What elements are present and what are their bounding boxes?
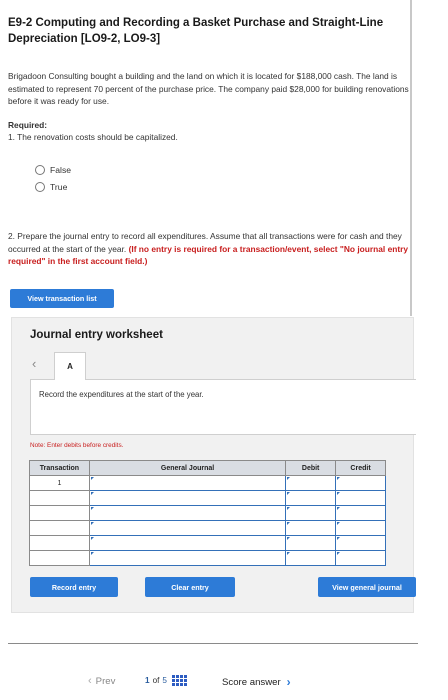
record-entry-button[interactable]: Record entry: [30, 577, 118, 597]
journal-entry-worksheet: Journal entry worksheet ‹ A Record the e…: [11, 317, 416, 613]
grid-icon[interactable]: [171, 675, 187, 686]
table-row: [29, 490, 386, 506]
prev-label: Prev: [95, 675, 116, 687]
general-journal-input[interactable]: [88, 505, 287, 521]
credit-input[interactable]: [335, 550, 386, 566]
bottom-divider: [8, 643, 418, 644]
credit-input[interactable]: [335, 535, 386, 551]
debit-input[interactable]: [285, 505, 337, 521]
tab-a[interactable]: A: [54, 352, 86, 380]
option-false[interactable]: False: [35, 165, 71, 175]
chevron-right-icon: ›: [286, 675, 291, 689]
debits-note: Note: Enter debits before credits.: [30, 442, 124, 449]
current-page: 1: [145, 676, 150, 685]
chevron-left-icon[interactable]: ‹: [32, 356, 36, 371]
col-general-journal: General Journal: [88, 460, 287, 476]
total-pages: 5: [162, 676, 167, 685]
score-answer-label: Score answer: [222, 676, 281, 688]
question-2: 2. Prepare the journal entry to record a…: [8, 230, 410, 268]
credit-input[interactable]: [335, 475, 386, 491]
option-true-label: True: [50, 182, 68, 192]
transaction-cell: [29, 520, 90, 536]
debit-input[interactable]: [285, 475, 337, 491]
problem-description: Brigadoon Consulting bought a building a…: [8, 71, 409, 106]
general-journal-input[interactable]: [88, 550, 287, 566]
of-label: of: [152, 676, 160, 685]
page-indicator[interactable]: 1 of 5: [145, 675, 187, 686]
debit-input[interactable]: [285, 520, 337, 536]
clear-entry-button[interactable]: Clear entry: [145, 577, 235, 597]
option-false-label: False: [50, 165, 72, 175]
general-journal-input[interactable]: [88, 490, 287, 506]
transaction-cell: [29, 550, 90, 566]
general-journal-input[interactable]: [88, 475, 287, 491]
transaction-cell: [29, 490, 90, 506]
credit-input[interactable]: [335, 505, 386, 521]
table-row: [29, 520, 386, 536]
score-answer-button[interactable]: Score answer ›: [222, 675, 291, 689]
table-row: [29, 535, 386, 551]
table-row: 1: [29, 475, 386, 491]
worksheet-instruction-panel: Record the expenditures at the start of …: [30, 379, 416, 435]
homework-page: E9-2 Computing and Recording a Basket Pu…: [0, 0, 448, 700]
view-transaction-list-button[interactable]: View transaction list: [10, 289, 114, 308]
journal-entry-table: Transaction General Journal Debit Credit…: [29, 460, 386, 566]
debit-input[interactable]: [285, 490, 337, 506]
chevron-left-icon: ‹: [88, 675, 92, 687]
view-general-journal-button[interactable]: View general journal: [318, 577, 416, 597]
general-journal-input[interactable]: [88, 535, 287, 551]
col-credit: Credit: [335, 460, 386, 476]
radio-false[interactable]: [35, 165, 45, 175]
debit-input[interactable]: [285, 550, 337, 566]
question-1: 1. The renovation costs should be capita…: [8, 132, 178, 142]
prev-button[interactable]: ‹ Prev: [88, 675, 115, 687]
option-true[interactable]: True: [35, 182, 67, 192]
worksheet-title: Journal entry worksheet: [30, 329, 163, 341]
debit-input[interactable]: [285, 535, 337, 551]
col-debit: Debit: [285, 460, 337, 476]
transaction-cell: [29, 505, 90, 521]
radio-true[interactable]: [35, 182, 45, 192]
table-row: [29, 550, 386, 566]
problem-title: E9-2 Computing and Recording a Basket Pu…: [8, 17, 384, 45]
transaction-cell: 1: [29, 475, 90, 491]
general-journal-input[interactable]: [88, 520, 287, 536]
content-divider: [410, 0, 412, 316]
table-row: [29, 505, 386, 521]
credit-input[interactable]: [335, 490, 386, 506]
transaction-cell: [29, 535, 90, 551]
required-label: Required:: [8, 120, 48, 130]
col-transaction: Transaction: [29, 460, 90, 476]
credit-input[interactable]: [335, 520, 386, 536]
worksheet-instruction: Record the expenditures at the start of …: [39, 390, 204, 399]
